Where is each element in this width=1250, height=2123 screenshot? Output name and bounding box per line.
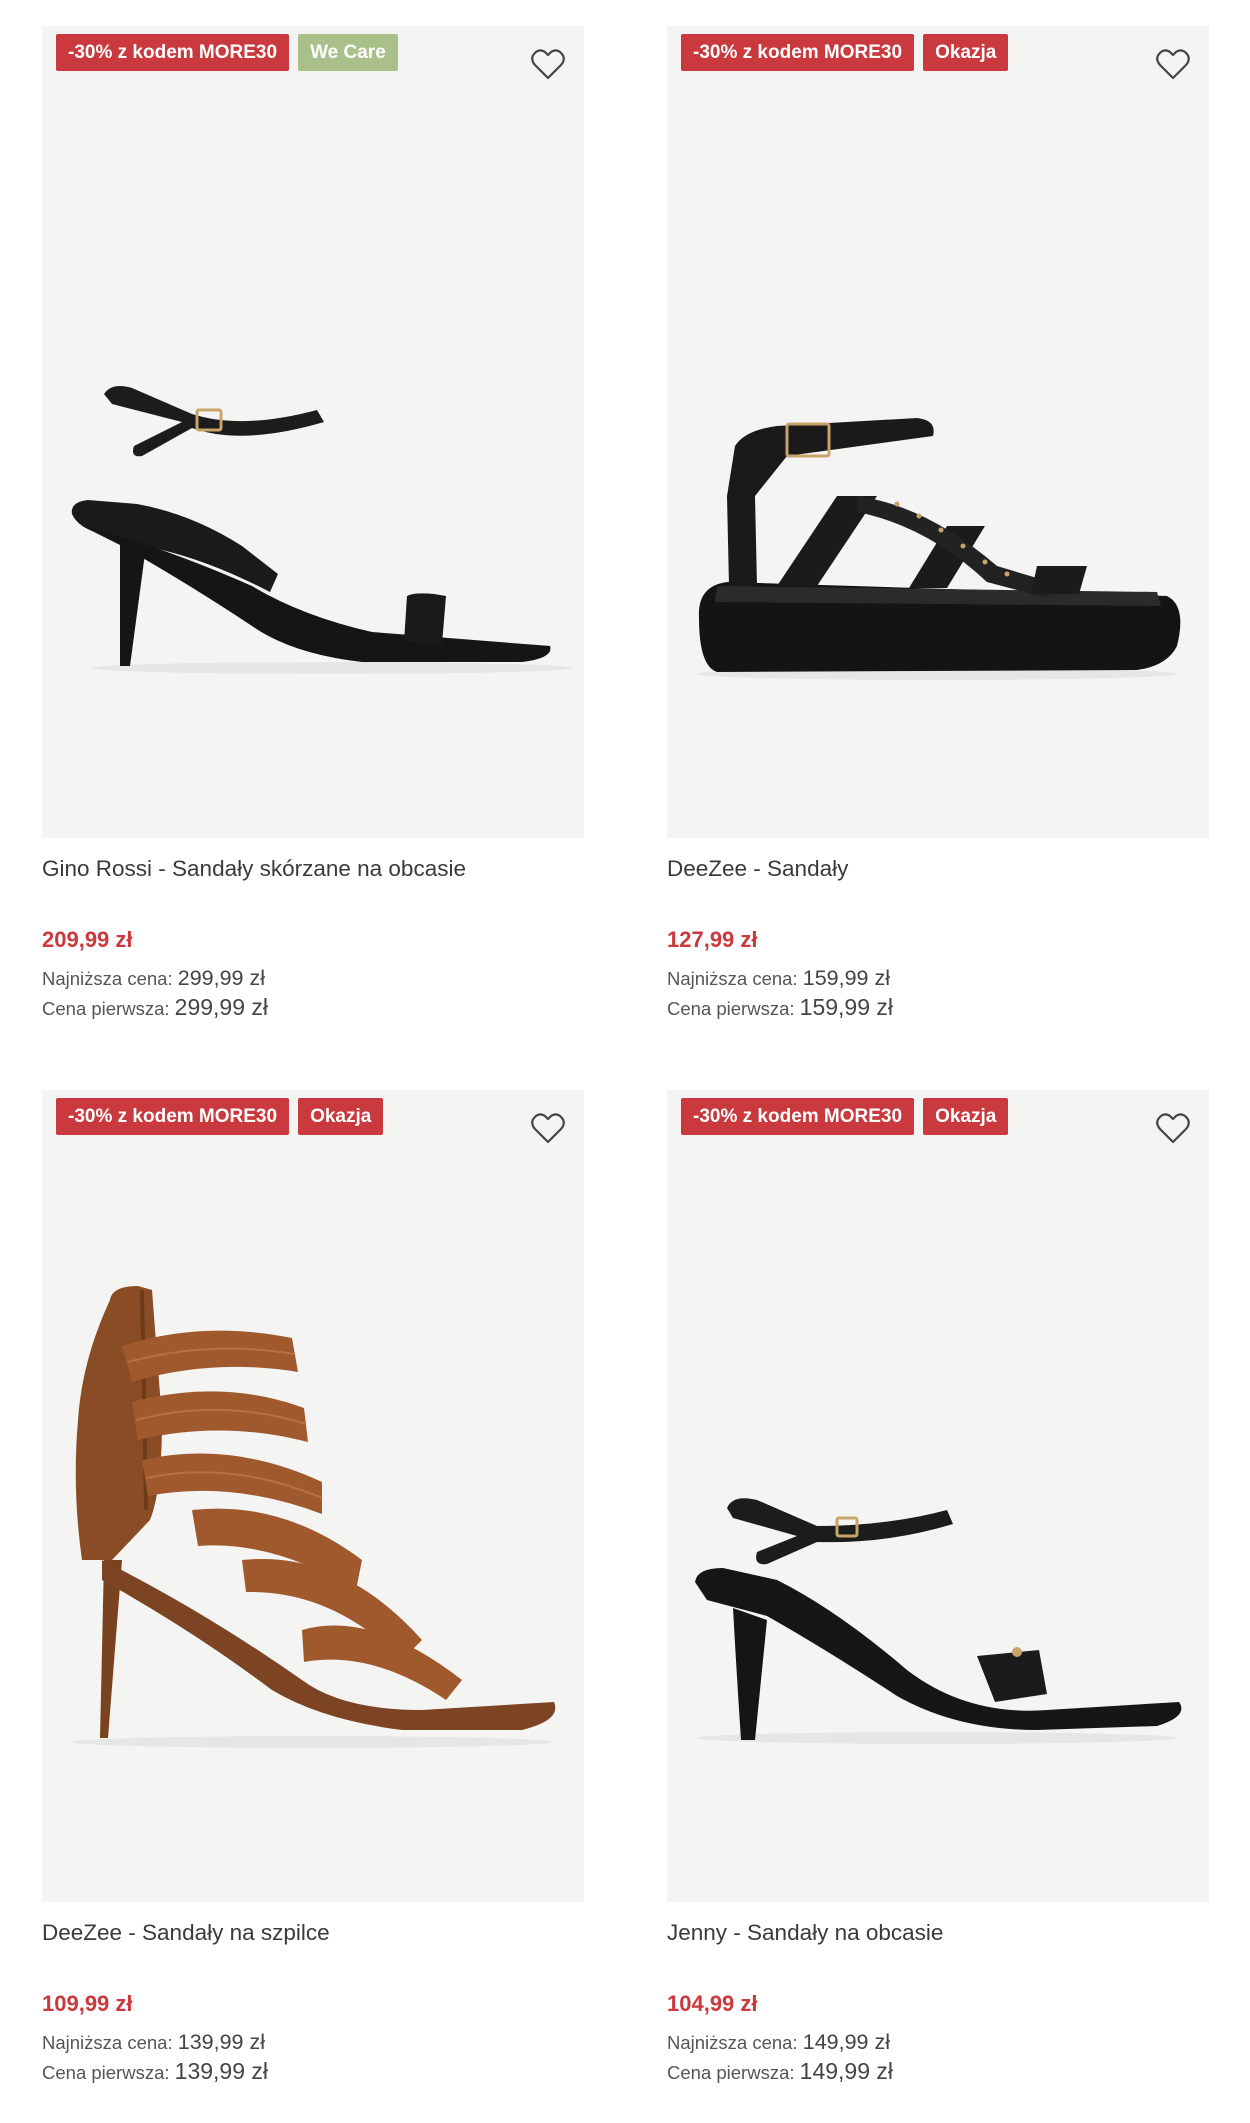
product-card[interactable]: -30% z kodem MORE30 Okazja DeeZee - Sand… [667, 26, 1209, 1023]
lowest-price-value: 139,99 zł [177, 2030, 265, 2054]
product-price: 104,99 zł [667, 1991, 758, 2016]
product-title[interactable]: Jenny - Sandały na obcasie [667, 1918, 1209, 1948]
first-price-row: Cena pierwsza: 159,99 zł [667, 993, 1209, 1023]
first-price-value: 149,99 zł [799, 2058, 894, 2084]
first-price-value: 299,99 zł [174, 994, 269, 1020]
first-price-row: Cena pierwsza: 139,99 zł [42, 2057, 584, 2087]
price-history: Najniższa cena: 149,99 zł Cena pierwsza:… [667, 2028, 1209, 2087]
product-card[interactable]: -30% z kodem MORE30 We Care Gino Rossi -… [42, 26, 584, 1023]
product-title[interactable]: DeeZee - Sandały [667, 854, 1209, 884]
product-title[interactable]: DeeZee - Sandały na szpilce [42, 1918, 584, 1948]
brown-strappy-stiletto-sandal-image [72, 1286, 556, 1748]
first-price-label: Cena pierwsza: [42, 998, 170, 1019]
product-price: 127,99 zł [667, 927, 758, 952]
product-image[interactable]: -30% z kodem MORE30 Okazja [42, 1090, 584, 1902]
discount-badge: -30% z kodem MORE30 [681, 1098, 915, 1135]
lowest-price-row: Najniższa cena: 149,99 zł [667, 2028, 1209, 2057]
lowest-price-label: Najniższa cena: [667, 2032, 798, 2053]
lowest-price-row: Najniższa cena: 299,99 zł [42, 964, 584, 993]
product-card[interactable]: -30% z kodem MORE30 Okazja DeeZee - Sand… [42, 1090, 584, 2087]
product-image[interactable]: -30% z kodem MORE30 Okazja [667, 1090, 1209, 1902]
we-care-badge: We Care [298, 34, 398, 71]
product-title[interactable]: Gino Rossi - Sandały skórzane na obcasie [42, 854, 584, 884]
lowest-price-label: Najniższa cena: [667, 968, 798, 989]
discount-badge: -30% z kodem MORE30 [681, 34, 915, 71]
first-price-value: 139,99 zł [174, 2058, 269, 2084]
discount-badge: -30% z kodem MORE30 [56, 34, 290, 71]
first-price-row: Cena pierwsza: 149,99 zł [667, 2057, 1209, 2087]
deal-badge: Okazja [298, 1098, 384, 1135]
lowest-price-value: 159,99 zł [802, 966, 890, 990]
black-heeled-sandal-image [71, 386, 572, 674]
deal-badge: Okazja [923, 34, 1009, 71]
first-price-label: Cena pierwsza: [42, 2062, 170, 2083]
first-price-value: 159,99 zł [799, 994, 894, 1020]
product-image[interactable]: -30% z kodem MORE30 We Care [42, 26, 584, 838]
price-history: Najniższa cena: 299,99 zł Cena pierwsza:… [42, 964, 584, 1023]
lowest-price-label: Najniższa cena: [42, 2032, 173, 2053]
lowest-price-row: Najniższa cena: 139,99 zł [42, 2028, 584, 2057]
first-price-label: Cena pierwsza: [667, 998, 795, 1019]
product-card[interactable]: -30% z kodem MORE30 Okazja Jenny - Sanda… [667, 1090, 1209, 2087]
lowest-price-label: Najniższa cena: [42, 968, 173, 989]
product-price: 109,99 zł [42, 1991, 133, 2016]
discount-badge: -30% z kodem MORE30 [56, 1098, 290, 1135]
heart-outline-icon[interactable] [1153, 44, 1193, 84]
first-price-row: Cena pierwsza: 299,99 zł [42, 993, 584, 1023]
first-price-label: Cena pierwsza: [667, 2062, 795, 2083]
product-image[interactable]: -30% z kodem MORE30 Okazja [667, 26, 1209, 838]
heart-outline-icon[interactable] [528, 1108, 568, 1148]
product-price: 209,99 zł [42, 927, 133, 952]
lowest-price-value: 149,99 zł [802, 2030, 890, 2054]
price-history: Najniższa cena: 159,99 zł Cena pierwsza:… [667, 964, 1209, 1023]
heart-outline-icon[interactable] [1153, 1108, 1193, 1148]
deal-badge: Okazja [923, 1098, 1009, 1135]
black-kitten-heel-sandal-image [695, 1498, 1182, 1744]
heart-outline-icon[interactable] [528, 44, 568, 84]
price-history: Najniższa cena: 139,99 zł Cena pierwsza:… [42, 2028, 584, 2087]
lowest-price-value: 299,99 zł [177, 966, 265, 990]
lowest-price-row: Najniższa cena: 159,99 zł [667, 964, 1209, 993]
black-platform-gladiator-sandal-image [697, 418, 1181, 680]
